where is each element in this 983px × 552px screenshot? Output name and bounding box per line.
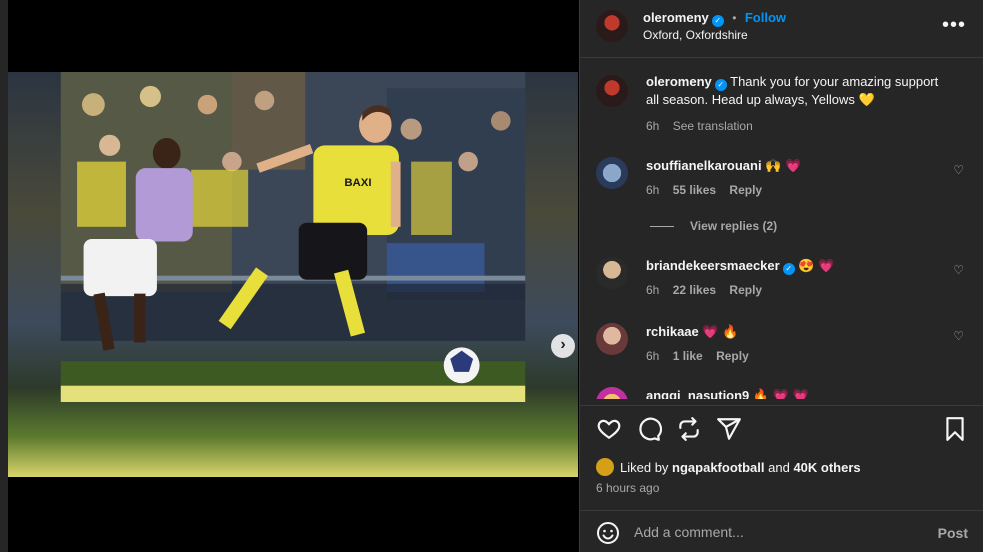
- next-slide-button[interactable]: ›: [551, 334, 575, 358]
- comment-meta: 6h 1 like Reply: [646, 349, 759, 363]
- commenter-avatar[interactable]: [596, 157, 628, 189]
- comment-text-block: briandekeersmaecker ✓ 😍 💗: [646, 257, 946, 275]
- save-bookmark-icon[interactable]: [942, 416, 968, 442]
- commenter-avatar[interactable]: [596, 323, 628, 355]
- left-edge: [0, 0, 8, 552]
- author-username[interactable]: oleromeny: [643, 10, 709, 25]
- like-comment-heart-icon[interactable]: ♡: [953, 263, 964, 277]
- comment-text-block: rchikaae 💗 🔥: [646, 323, 946, 341]
- like-comment-heart-icon[interactable]: ♡: [953, 163, 964, 177]
- like-comment-heart-icon[interactable]: ♡: [953, 329, 964, 343]
- commenter-avatar[interactable]: [596, 387, 628, 399]
- comment-time[interactable]: 6h: [646, 349, 659, 363]
- post-header: oleromeny ✓ • Follow Oxford, Oxfordshire …: [580, 0, 983, 58]
- caption-username[interactable]: oleromeny: [646, 74, 712, 89]
- comment-time[interactable]: 6h: [646, 283, 659, 297]
- view-replies-button[interactable]: View replies (2): [650, 219, 777, 233]
- comment-composer: Post: [580, 510, 983, 552]
- comment-item: briandekeersmaecker ✓ 😍 💗 6h 22 likes Rep…: [596, 257, 976, 307]
- emoji-icon[interactable]: [596, 521, 620, 545]
- photo-scene: BAXI: [60, 72, 526, 402]
- caption-avatar[interactable]: [596, 75, 628, 107]
- caption-meta: 6h See translation: [646, 119, 763, 133]
- author-avatar[interactable]: [596, 10, 628, 42]
- reply-button[interactable]: Reply: [716, 349, 749, 363]
- post-viewer: BAXI › oleromeny ✓ • Follow Oxford, Oxfo…: [0, 0, 983, 552]
- svg-text:BAXI: BAXI: [344, 177, 371, 189]
- post-photo[interactable]: BAXI ›: [8, 72, 578, 477]
- comment-text: 😍 💗: [798, 258, 835, 273]
- like-heart-icon[interactable]: [596, 416, 622, 442]
- caption: oleromeny ✓ Thank you for your amazing su…: [596, 73, 976, 143]
- comment-time[interactable]: 6h: [646, 183, 659, 197]
- comment-text: 🙌 💗: [765, 158, 802, 173]
- commenter-username[interactable]: rchikaae: [646, 324, 699, 339]
- comment-likes[interactable]: 55 likes: [673, 183, 716, 197]
- comment-text-block: anggi_nasution9 🔥 💗 💗: [646, 387, 946, 399]
- commenter-avatar[interactable]: [596, 257, 628, 289]
- header-line: oleromeny ✓ • Follow: [643, 9, 786, 27]
- media-area: BAXI ›: [0, 0, 579, 552]
- post-location[interactable]: Oxford, Oxfordshire: [643, 28, 748, 42]
- likes-summary[interactable]: Liked by ngapakfootball and 40K others: [596, 458, 861, 476]
- caption-text-block: oleromeny ✓ Thank you for your amazing su…: [646, 73, 946, 109]
- comment-meta: 6h 22 likes Reply: [646, 283, 772, 297]
- post-actions: Liked by ngapakfootball and 40K others 6…: [580, 405, 983, 515]
- likes-others[interactable]: 40K others: [793, 460, 860, 475]
- comment-likes[interactable]: 22 likes: [673, 283, 716, 297]
- comment-item: rchikaae 💗 🔥 6h 1 like Reply ♡: [596, 323, 976, 373]
- post-timestamp[interactable]: 6 hours ago: [596, 481, 659, 495]
- comment-item: anggi_nasution9 🔥 💗 💗: [596, 387, 976, 399]
- liked-by-avatar: [596, 458, 614, 476]
- reply-button[interactable]: Reply: [729, 283, 762, 297]
- likes-prefix: Liked by: [620, 460, 669, 475]
- more-options-icon[interactable]: •••: [942, 14, 966, 37]
- see-translation-link[interactable]: See translation: [673, 119, 753, 133]
- repost-icon[interactable]: [676, 416, 702, 442]
- commenter-username[interactable]: anggi_nasution9: [646, 388, 749, 399]
- comment-item: souffianelkarouani 🙌 💗 6h 55 likes Reply…: [596, 157, 976, 207]
- separator: •: [732, 11, 737, 25]
- comment-text-block: souffianelkarouani 🙌 💗: [646, 157, 946, 175]
- caption-time[interactable]: 6h: [646, 119, 659, 133]
- commenter-username[interactable]: souffianelkarouani: [646, 158, 762, 173]
- verified-badge-icon: ✓: [782, 263, 795, 275]
- commenter-username[interactable]: briandekeersmaecker: [646, 258, 780, 273]
- follow-button[interactable]: Follow: [745, 10, 786, 25]
- verified-badge-icon: ✓: [711, 15, 724, 27]
- post-side-panel: oleromeny ✓ • Follow Oxford, Oxfordshire …: [579, 0, 983, 552]
- post-comment-button[interactable]: Post: [938, 525, 968, 541]
- reply-button[interactable]: Reply: [729, 183, 762, 197]
- share-send-icon[interactable]: [716, 416, 742, 442]
- verified-badge-icon: ✓: [714, 79, 727, 91]
- comments-list[interactable]: oleromeny ✓ Thank you for your amazing su…: [580, 59, 983, 399]
- add-comment-input[interactable]: [634, 521, 914, 543]
- comment-likes[interactable]: 1 like: [673, 349, 703, 363]
- likes-middle: and: [768, 460, 790, 475]
- comment-text: 🔥 💗 💗: [752, 388, 809, 399]
- comment-bubble-icon[interactable]: [636, 416, 662, 442]
- comment-text: 💗 🔥: [702, 324, 739, 339]
- liked-by-username[interactable]: ngapakfootball: [672, 460, 764, 475]
- comment-meta: 6h 55 likes Reply: [646, 183, 772, 197]
